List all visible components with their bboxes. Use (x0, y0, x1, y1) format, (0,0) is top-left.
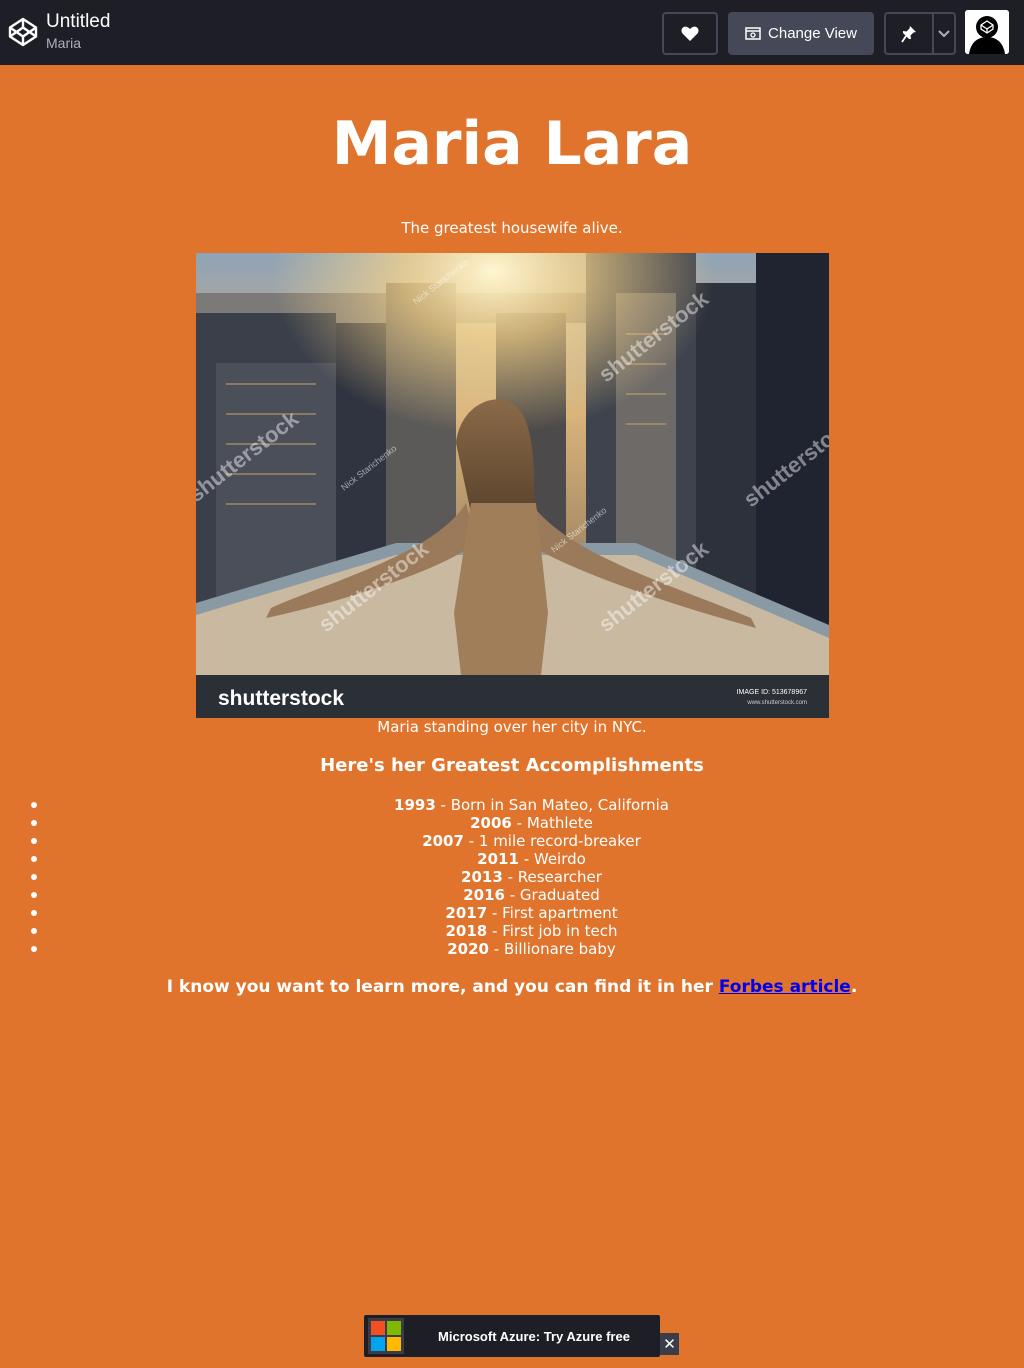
list-item: 1993 - Born in San Mateo, California (0, 796, 1024, 814)
list-item: 2011 - Weirdo (0, 850, 1024, 868)
year: 2018 (445, 922, 488, 940)
outro-lead: I know you want to learn more, and you c… (166, 977, 719, 997)
accomplishment: - Billionare baby (489, 940, 616, 958)
year: 2006 (470, 814, 512, 832)
accomplishment: - 1 mile record-breaker (463, 832, 641, 850)
change-view-button[interactable]: Change View (728, 12, 874, 55)
maria-photo: shutterstock IMAGE ID: 513678967 www.shu… (196, 253, 829, 718)
list-item: 2007 - 1 mile record-breaker (0, 832, 1024, 850)
pin-icon (901, 25, 916, 42)
accomplishments-list: 1993 - Born in San Mateo, California 200… (0, 796, 1024, 958)
accomplishment: - First job in tech (487, 922, 618, 940)
watermark-id: IMAGE ID: 513678967 (737, 689, 808, 696)
accomplishment: - Researcher (502, 868, 602, 886)
year: 2007 (422, 832, 464, 850)
year: 2013 (461, 868, 503, 886)
pen-title[interactable]: Untitled (46, 10, 110, 34)
year: 2016 (463, 886, 505, 904)
love-button[interactable] (662, 12, 718, 55)
list-item: 2017 - First apartment (0, 904, 1024, 922)
list-item: 2006 - Mathlete (0, 814, 1024, 832)
outro-end: . (850, 977, 858, 997)
microsoft-logo-icon (368, 1318, 404, 1354)
layout-icon (745, 27, 761, 40)
change-view-label: Change View (768, 25, 857, 42)
page-title: Maria Lara (331, 109, 693, 179)
ad-close-button[interactable]: ✕ (660, 1333, 679, 1355)
accomplishments-heading: Here's her Greatest Accomplishments (320, 755, 704, 776)
list-item: 2016 - Graduated (0, 886, 1024, 904)
heart-icon (681, 26, 699, 41)
accomplishment: - Weirdo (518, 850, 586, 868)
forbes-article-link[interactable]: Forbes article (719, 977, 851, 997)
ad-banner[interactable]: Microsoft Azure: Try Azure free (364, 1315, 660, 1357)
accomplishment: - First apartment (487, 904, 618, 922)
pen-author[interactable]: Maria (46, 34, 110, 52)
avatar-image (965, 10, 1009, 54)
year: 2017 (445, 904, 488, 922)
pin-action[interactable] (886, 14, 932, 53)
year: 1993 (394, 796, 436, 814)
watermark-site: www.shutterstock.com (746, 700, 807, 706)
year: 2020 (447, 940, 489, 958)
image-caption: Maria standing over her city in NYC. (377, 718, 647, 736)
ad-text[interactable]: Microsoft Azure: Try Azure free (408, 1315, 660, 1357)
chevron-down-icon (938, 29, 950, 37)
list-item: 2013 - Researcher (0, 868, 1024, 886)
codepen-logo-icon[interactable] (8, 17, 38, 47)
watermark-brand: shutterstock (218, 687, 344, 710)
accomplishment: - Mathlete (511, 814, 593, 832)
list-item: 2020 - Billionare baby (0, 940, 1024, 958)
pin-dropdown[interactable] (934, 14, 954, 53)
pin-button[interactable] (884, 12, 956, 55)
tagline: The greatest housewife alive. (401, 219, 623, 237)
list-item: 2018 - First job in tech (0, 922, 1024, 940)
accomplishment: - Born in San Mateo, California (435, 796, 669, 814)
outro-text: I know you want to learn more, and you c… (0, 975, 1024, 999)
pen-title-block: Untitled Maria (46, 10, 110, 52)
codepen-header: Untitled Maria Change View (0, 0, 1024, 65)
accomplishment: - Graduated (504, 886, 600, 904)
city-balcony-image: shutterstock IMAGE ID: 513678967 www.shu… (196, 253, 829, 718)
year: 2011 (477, 850, 519, 868)
user-avatar[interactable] (965, 10, 1009, 54)
